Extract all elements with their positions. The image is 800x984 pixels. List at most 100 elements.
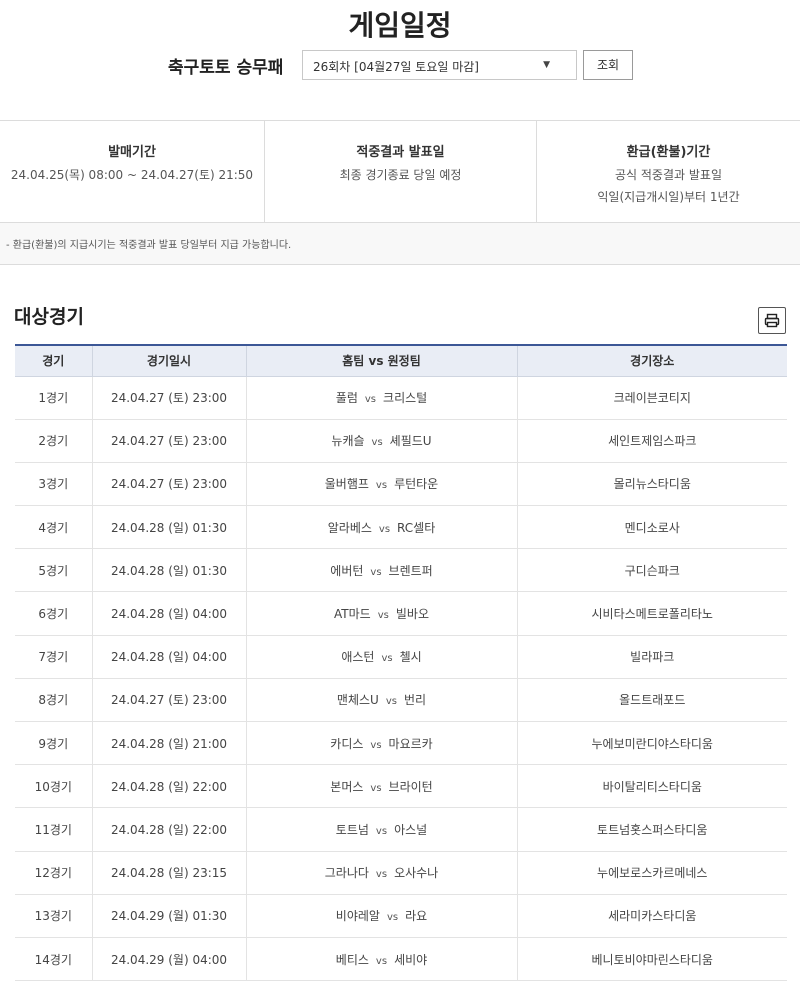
table-row: 9경기 24.04.28 (일) 21:00 카디스 vs 마요르카 누에보미란디야스타디… <box>15 721 787 766</box>
vs-label: vs <box>370 739 382 751</box>
vs-label: vs <box>385 696 397 708</box>
away-team: 번리 <box>403 693 427 708</box>
away-team: 오사수나 <box>394 866 439 881</box>
home-team: AT마드 <box>334 607 371 622</box>
game-no: 12경기 <box>15 851 93 895</box>
page-title: 게임일정 <box>348 9 452 42</box>
away-team: RC셀타 <box>397 520 436 535</box>
game-no: 5경기 <box>15 548 93 593</box>
sales-period: 발매기간 24.04.25(목) 08:00 ~ 24.04.27(토) 21:… <box>0 121 265 223</box>
section-title: 대상경기 <box>14 306 84 328</box>
home-team: 풀럼 <box>335 391 358 406</box>
home-team: 울버햄프 <box>324 477 369 492</box>
table-row: 7경기 24.04.28 (일) 04:00 애스턴 vs 첼시 빌라파크 <box>15 635 787 679</box>
away-team: 브라이턴 <box>388 779 433 794</box>
game-matchup: 풀럼 vs 크리스털 <box>246 376 518 420</box>
round-select-value: 26회차 [04월27일 토요일 마감] <box>313 60 479 74</box>
game-datetime: 24.04.28 (일) 01:30 <box>92 548 247 593</box>
game-no: 2경기 <box>15 419 93 463</box>
away-team: 첼시 <box>399 650 422 665</box>
vs-label: vs <box>375 480 388 492</box>
table-row: 6경기 24.04.28 (일) 04:00 AT마드 vs 빌바오 시비타스메트로폴리타… <box>15 591 787 636</box>
vs-label: vs <box>378 523 391 535</box>
game-no: 4경기 <box>15 505 93 550</box>
game-no: 11경기 <box>15 807 93 852</box>
table-row: 13경기 24.04.29 (월) 01:30 비야레알 vs 라요 세라미카스타디움 <box>15 894 787 938</box>
game-datetime: 24.04.29 (월) 04:00 <box>92 937 247 982</box>
print-button[interactable] <box>758 307 786 334</box>
game-venue: 크레이븐코티지 <box>517 376 787 420</box>
away-team: 크리스털 <box>383 391 428 406</box>
game-datetime: 24.04.27 (토) 23:00 <box>92 462 247 507</box>
vs-label: vs <box>364 394 377 406</box>
refund-period-line-1: 공식 적중결과 발표일 <box>615 168 722 182</box>
vs-label: vs <box>381 653 393 665</box>
result-date: 적중결과 발표일 최종 경기종료 당일 예정 <box>265 121 537 223</box>
game-venue: 세라미카스타디움 <box>517 894 787 938</box>
search-button[interactable]: 조회 <box>583 50 633 80</box>
away-team: 브렌트퍼 <box>388 563 433 578</box>
games-table: 경기 경기일시 홈팀 vs 원정팀 경기장소 1경기 24.04.27 (토) 2… <box>15 344 787 982</box>
away-team: 빌바오 <box>395 607 429 622</box>
game-datetime: 24.04.27 (토) 23:00 <box>92 678 247 723</box>
game-venue: 누에보로스카르메네스 <box>517 851 787 895</box>
game-no: 1경기 <box>15 376 93 420</box>
home-team: 알라베스 <box>327 520 372 535</box>
refund-period: 환급(환불)기간 공식 적중결과 발표일 익일(지급개시일)부터 1년간 <box>537 121 800 223</box>
game-datetime: 24.04.28 (일) 01:30 <box>92 505 247 550</box>
table-header-row: 경기 경기일시 홈팀 vs 원정팀 경기장소 <box>15 345 787 377</box>
game-matchup: 카디스 vs 마요르카 <box>246 721 518 766</box>
game-datetime: 24.04.28 (일) 22:00 <box>92 764 247 809</box>
game-matchup: 울버햄프 vs 루턴타운 <box>246 462 518 507</box>
vs-label: vs <box>375 955 388 967</box>
table-row: 11경기 24.04.28 (일) 22:00 토트넘 vs 아스널 토트넘홋스퍼스타디움 <box>15 807 787 852</box>
game-no: 10경기 <box>15 764 93 809</box>
game-no: 14경기 <box>15 937 93 982</box>
table-row: 1경기 24.04.27 (토) 23:00 풀럼 vs 크리스털 크레이븐코티지 <box>15 376 787 420</box>
table-row: 12경기 24.04.28 (일) 23:15 그라나다 vs 오사수나 누에보로스카르메… <box>15 851 787 895</box>
game-matchup: 본머스 vs 브라이턴 <box>246 764 518 809</box>
table-row: 3경기 24.04.27 (토) 23:00 울버햄프 vs 루턴타운 몰리뉴스타디움 <box>15 462 787 507</box>
result-date-value: 최종 경기종료 당일 예정 <box>339 168 462 182</box>
game-venue: 올드트래포드 <box>517 678 787 723</box>
home-team: 맨체스U <box>336 693 379 708</box>
game-venue: 바이탈리티스타디움 <box>517 764 787 809</box>
vs-label: vs <box>375 825 388 837</box>
game-matchup: 비야레알 vs 라요 <box>246 894 518 938</box>
game-datetime: 24.04.29 (월) 01:30 <box>92 894 247 938</box>
game-venue: 멘디소로사 <box>517 505 787 550</box>
info-columns: 발매기간 24.04.25(목) 08:00 ~ 24.04.27(토) 21:… <box>0 121 800 223</box>
game-venue: 빌라파크 <box>517 635 787 679</box>
refund-note: - 환급(환불)의 지급시기는 적중결과 발표 당일부터 지급 가능합니다. <box>6 240 292 251</box>
table-row: 2경기 24.04.27 (토) 23:00 뉴캐슬 vs 셰필드U 세인트제임스파크 <box>15 419 787 463</box>
game-type-label: 축구토토 승무패 <box>168 58 284 78</box>
home-team: 뉴캐슬 <box>331 434 365 449</box>
away-team: 아스널 <box>394 822 428 837</box>
games-table-body: 1경기 24.04.27 (토) 23:00 풀럼 vs 크리스털 크레이븐코티지 2경기 2… <box>15 376 787 982</box>
table-row: 8경기 24.04.27 (토) 23:00 맨체스U vs 번리 올드트래포드 <box>15 678 787 723</box>
game-matchup: 뉴캐슬 vs 셰필드U <box>246 419 518 463</box>
game-matchup: 에버턴 vs 브렌트퍼 <box>246 548 518 593</box>
game-matchup: 맨체스U vs 번리 <box>246 678 518 723</box>
game-datetime: 24.04.28 (일) 21:00 <box>92 721 247 766</box>
home-team: 토트넘 <box>335 822 369 837</box>
table-row: 4경기 24.04.28 (일) 01:30 알라베스 vs RC셀타 멘디소로사 <box>15 505 787 550</box>
game-no: 13경기 <box>15 894 93 938</box>
away-team: 라요 <box>405 909 428 924</box>
away-team: 셰필드U <box>389 434 432 449</box>
vs-label: vs <box>370 566 382 578</box>
refund-period-head: 환급(환불)기간 <box>626 145 711 160</box>
game-venue: 누에보미란디야스타디움 <box>517 721 787 766</box>
game-matchup: 토트넘 vs 아스널 <box>246 807 518 852</box>
sales-period-head: 발매기간 <box>108 145 156 160</box>
vs-label: vs <box>375 869 388 881</box>
game-venue: 베니토비야마린스타디움 <box>517 937 787 982</box>
game-venue: 구디슨파크 <box>517 548 787 593</box>
header-matchup: 홈팀 vs 원정팀 <box>246 345 518 377</box>
result-date-head: 적중결과 발표일 <box>356 145 445 160</box>
vs-label: vs <box>371 437 383 449</box>
game-venue: 몰리뉴스타디움 <box>517 462 787 507</box>
vs-label: vs <box>370 782 382 794</box>
home-team: 그라나다 <box>324 866 369 881</box>
round-select[interactable]: 26회차 [04월27일 토요일 마감] ▼ <box>302 50 577 80</box>
